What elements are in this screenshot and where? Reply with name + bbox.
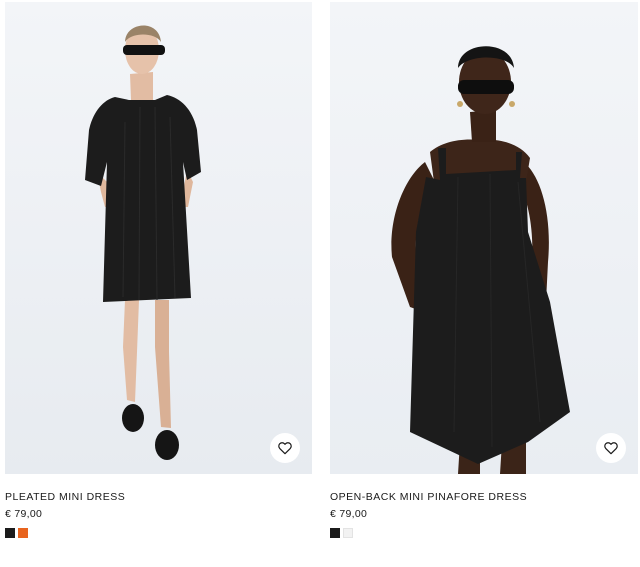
product-name[interactable]: PLEATED MINI DRESS	[5, 491, 312, 504]
color-swatches	[330, 528, 638, 538]
product-price: € 79,00	[330, 508, 368, 520]
product-image[interactable]	[330, 2, 638, 474]
product-grid: PLEATED MINI DRESS € 79,00 OPEN-BACK MIN…	[0, 0, 640, 567]
model-photo-pinafore-dress	[330, 2, 638, 474]
color-swatch-white[interactable]	[343, 528, 353, 538]
heart-icon	[604, 442, 618, 455]
product-name[interactable]: OPEN-BACK MINI PINAFORE DRESS	[330, 491, 638, 504]
color-swatches	[5, 528, 312, 538]
color-swatch-black[interactable]	[5, 528, 15, 538]
product-card[interactable]: PLEATED MINI DRESS € 79,00	[5, 0, 312, 538]
add-to-wishlist-button[interactable]	[596, 433, 626, 463]
product-image[interactable]	[5, 2, 312, 474]
product-card[interactable]: OPEN-BACK MINI PINAFORE DRESS € 79,00	[330, 0, 638, 538]
model-photo-pleated-dress	[5, 2, 312, 474]
color-swatch-orange[interactable]	[18, 528, 28, 538]
add-to-wishlist-button[interactable]	[270, 433, 300, 463]
color-swatch-black[interactable]	[330, 528, 340, 538]
heart-icon	[278, 442, 292, 455]
product-price: € 79,00	[5, 508, 43, 520]
